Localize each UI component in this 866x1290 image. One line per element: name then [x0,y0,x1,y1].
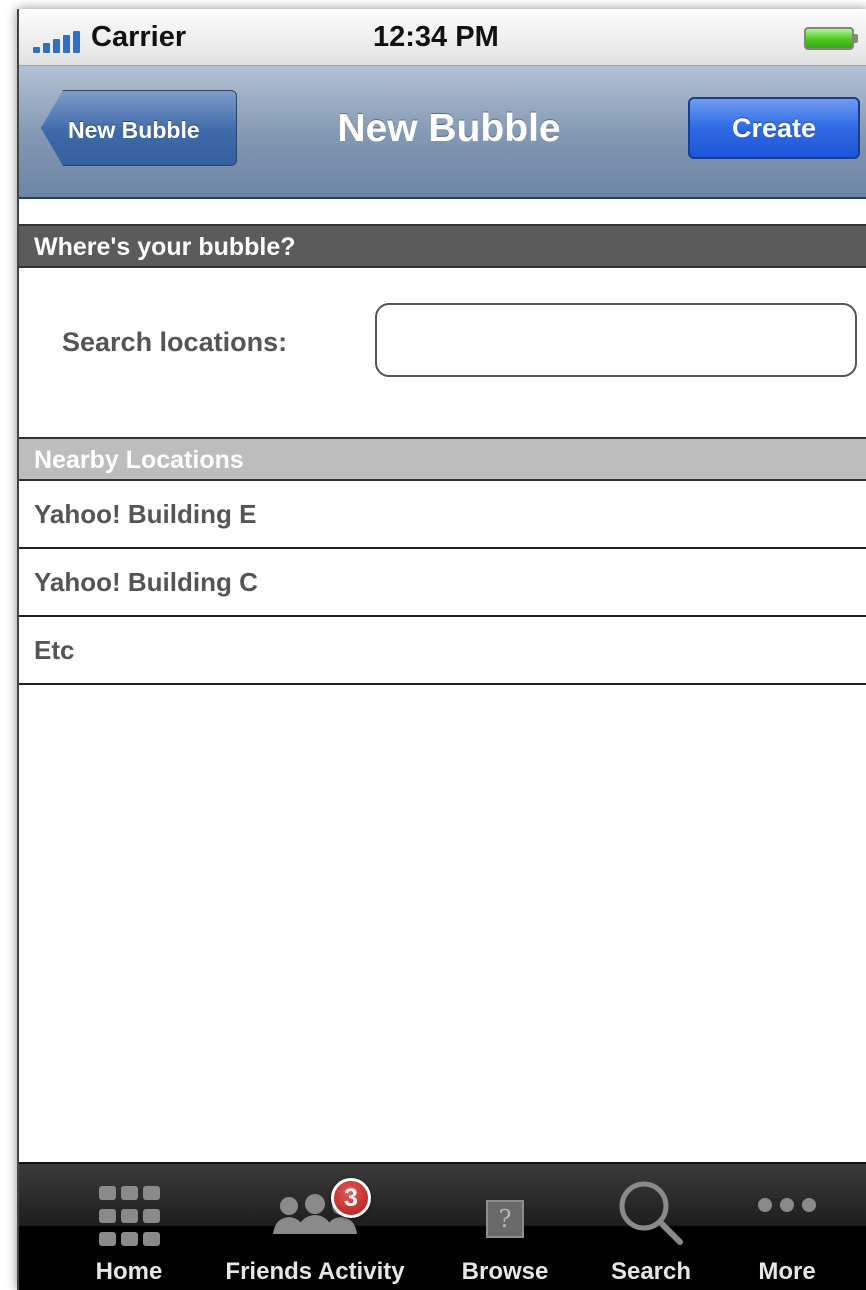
carrier-label: Carrier [91,21,187,53]
tab-more-label: More [758,1258,816,1285]
tab-more[interactable]: More [727,1164,847,1290]
signal-bars-icon [33,31,81,53]
search-icon [619,1181,683,1245]
tab-search[interactable]: Search [591,1164,711,1290]
list-item[interactable]: Yahoo! Building C [19,549,866,617]
phone-screen: Carrier 12:34 PM New Bubble New Bubble C… [17,9,866,1290]
search-locations-label: Search locations: [62,327,288,357]
nearby-locations-list: Yahoo! Building E Yahoo! Building C Etc [19,481,866,685]
home-grid-icon [97,1184,161,1248]
search-locations-input[interactable] [375,303,857,377]
back-button[interactable]: New Bubble [41,90,237,166]
tab-friends-activity-label: Friends Activity [225,1258,405,1285]
section-header-nearby: Nearby Locations [19,437,866,481]
page-title: New Bubble [337,107,561,150]
navigation-bar: New Bubble New Bubble Create [19,66,866,199]
more-icon [754,1198,820,1217]
status-time: 12:34 PM [373,21,499,53]
section-header-location: Where's your bubble? [19,224,866,268]
create-button[interactable]: Create [688,97,860,159]
status-bar: Carrier 12:34 PM [19,9,866,66]
list-item[interactable]: Yahoo! Building E [19,481,866,549]
tab-home[interactable]: Home [69,1164,189,1290]
browse-icon: ? [486,1200,524,1238]
tab-browse-label: Browse [461,1258,549,1285]
list-item[interactable]: Etc [19,617,866,685]
tab-browse[interactable]: ? Browse [445,1164,565,1290]
battery-icon [804,27,858,50]
back-button-label: New Bubble [68,117,200,143]
tab-search-label: Search [610,1258,692,1285]
notification-badge: 3 [331,1178,371,1218]
tab-home-label: Home [95,1258,163,1285]
tab-friends-activity[interactable]: 3 Friends Activity [205,1164,425,1290]
tab-bar: Home 3 Friends Activity ? Browse Search … [19,1162,866,1290]
